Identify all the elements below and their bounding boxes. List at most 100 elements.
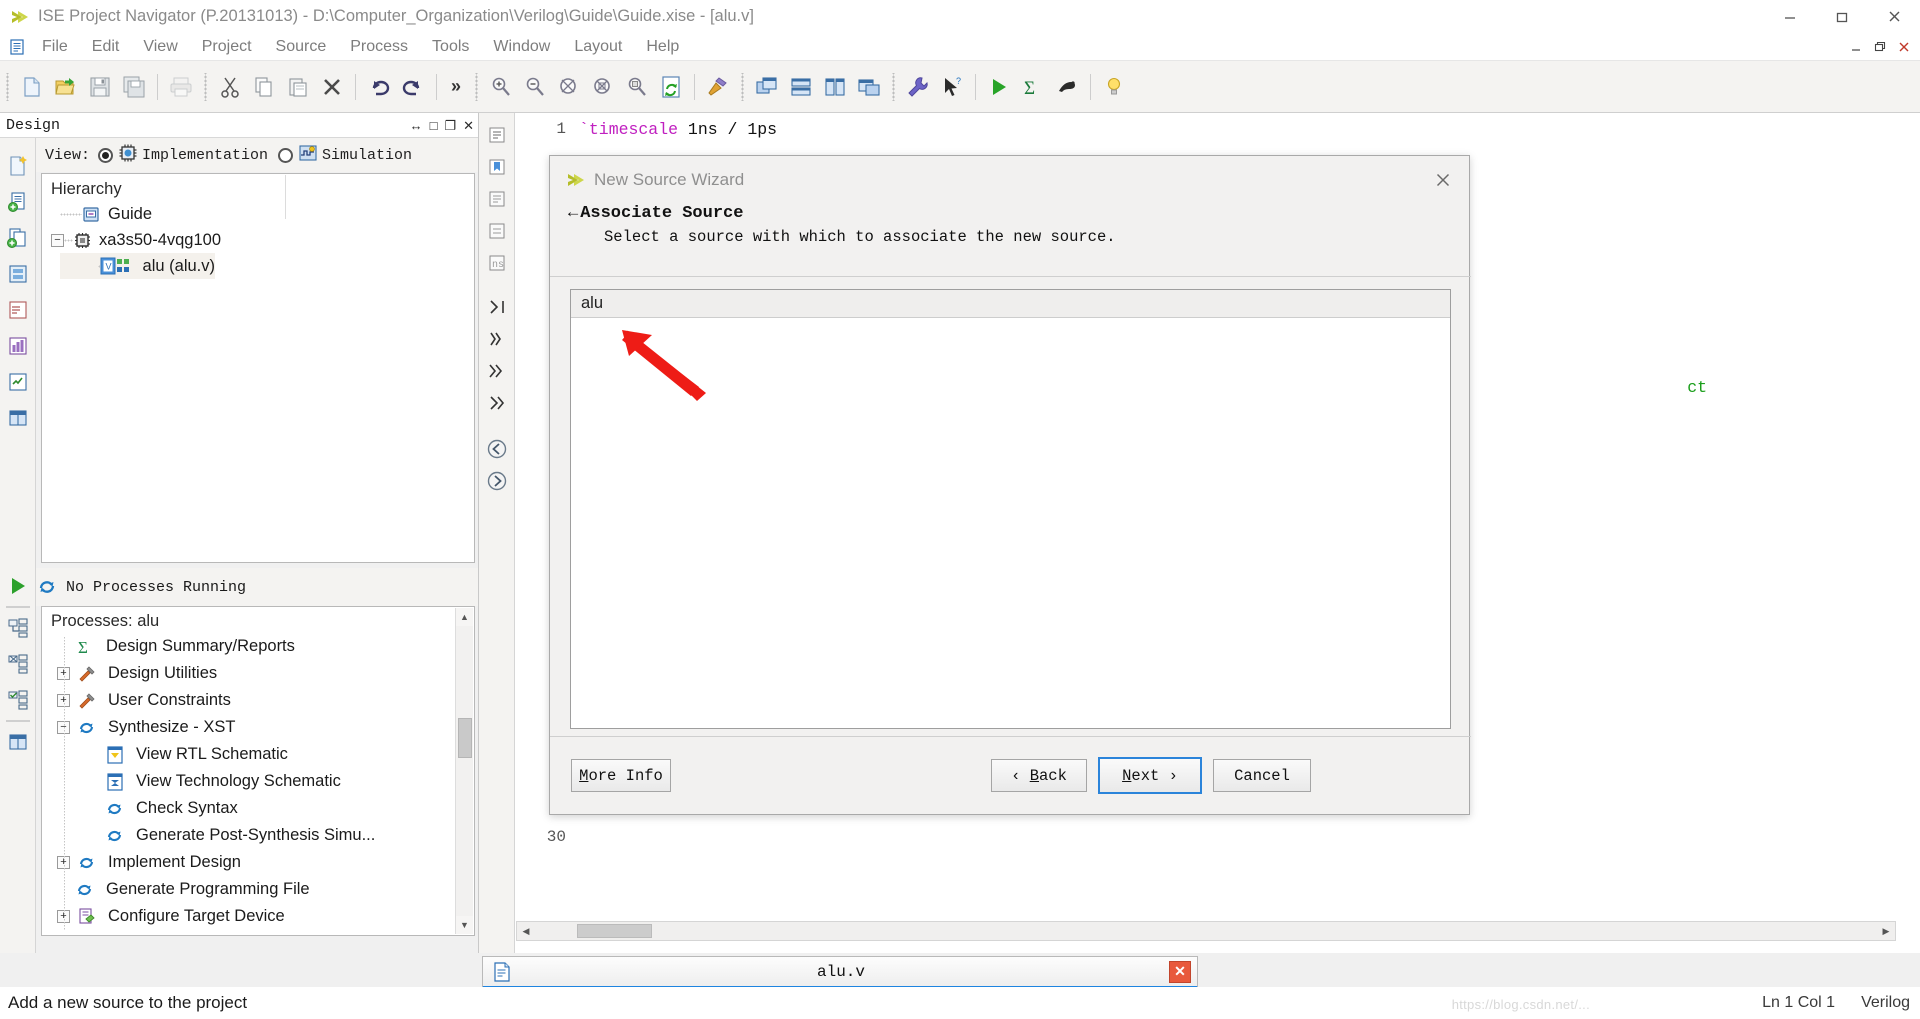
help-pointer-icon[interactable]: ? [935, 70, 969, 104]
delete-icon[interactable] [315, 70, 349, 104]
menu-project[interactable]: Project [190, 36, 264, 58]
toolbar-grip[interactable] [4, 72, 11, 101]
process-item-generate-programming-file[interactable]: Generate Programming File [42, 876, 474, 903]
processes-panel[interactable]: Processes: alu Σ Design Summary/Reports … [41, 606, 475, 936]
hierarchy-node-device[interactable]: − xa3s50-4vqg100 [42, 227, 474, 253]
process-item-design-summary[interactable]: Σ Design Summary/Reports [42, 633, 474, 660]
hierarchy-node-alu[interactable]: V alu (alu.v) [60, 253, 215, 279]
menu-view[interactable]: View [131, 36, 189, 58]
paste-icon[interactable] [281, 70, 315, 104]
menu-process[interactable]: Process [338, 36, 420, 58]
new-source-icon[interactable] [0, 148, 36, 184]
view-option-implementation[interactable]: Implementation [98, 143, 268, 168]
zoom-out-icon[interactable] [518, 70, 552, 104]
uncomment-icon[interactable] [479, 387, 515, 419]
save-icon[interactable] [83, 70, 117, 104]
zoom-in-icon[interactable] [484, 70, 518, 104]
dialog-close-button[interactable] [1429, 166, 1457, 194]
copy-icon[interactable] [247, 70, 281, 104]
cancel-button[interactable]: Cancel [1213, 759, 1311, 792]
unindent-icon[interactable] [479, 323, 515, 355]
close-icon[interactable]: ✕ [463, 119, 474, 132]
back-button[interactable]: ‹ Back [991, 759, 1087, 792]
scroll-up-button[interactable]: ▲ [456, 608, 473, 626]
hierarchy-panel[interactable]: Hierarchy Guide − xa3s50-4vqg100 V alu (… [41, 173, 475, 563]
synthesize-icon[interactable]: Σ [1016, 70, 1050, 104]
run-green-icon[interactable] [0, 568, 36, 604]
save-all-icon[interactable] [117, 70, 151, 104]
comment-icon[interactable] [479, 355, 515, 387]
process-item-generate-post-synthesis-simulation[interactable]: Generate Post-Synthesis Simu... [42, 822, 474, 849]
design-summary-icon[interactable] [0, 328, 36, 364]
editor-horizontal-scrollbar[interactable]: ◀ ▶ [516, 921, 1896, 941]
tip-bulb-icon[interactable] [1097, 70, 1131, 104]
rerun-icon[interactable] [0, 610, 36, 646]
view-option-simulation[interactable]: Simulation [278, 143, 412, 168]
editor-tab-alu-v[interactable]: alu.v ✕ [482, 956, 1198, 990]
editor-tab-close-button[interactable]: ✕ [1169, 960, 1191, 983]
scroll-left-button[interactable]: ◀ [517, 922, 535, 940]
menu-file[interactable]: File [30, 36, 80, 58]
editor-code-line-1[interactable]: `timescale 1ns / 1ps [579, 120, 777, 139]
maximize-icon[interactable]: □ [430, 119, 438, 132]
toolbar-grip-3[interactable] [473, 72, 480, 101]
toolbar-grip-2[interactable] [202, 72, 209, 101]
panel-layout-icon[interactable] [0, 400, 36, 436]
toolbar-overflow-button[interactable]: » [443, 76, 469, 97]
cascade-icon[interactable] [852, 70, 886, 104]
find-prev-icon[interactable] [479, 215, 515, 247]
tile-horizontal-icon[interactable] [784, 70, 818, 104]
minimize-button[interactable] [1764, 0, 1816, 33]
refresh-icon[interactable] [654, 70, 688, 104]
zoom-fit-icon[interactable] [552, 70, 586, 104]
zoom-selection-icon[interactable] [586, 70, 620, 104]
print-icon[interactable] [164, 70, 198, 104]
process-layout-icon[interactable] [0, 724, 36, 760]
bookmark-next-icon[interactable] [479, 151, 515, 183]
menu-layout[interactable]: Layout [562, 36, 634, 58]
design-goals-icon[interactable] [0, 292, 36, 328]
add-copy-source-icon[interactable] [0, 220, 36, 256]
new-file-icon[interactable] [15, 70, 49, 104]
radio-simulation[interactable] [278, 147, 294, 163]
nav-forward-icon[interactable] [479, 465, 515, 497]
more-info-button[interactable]: More Info [571, 759, 671, 792]
associate-source-list[interactable]: alu [570, 289, 1451, 729]
next-button[interactable]: Next › [1098, 757, 1202, 794]
hscrollbar-thumb[interactable] [577, 924, 652, 938]
tile-windows-icon[interactable] [750, 70, 784, 104]
indent-icon[interactable] [479, 291, 515, 323]
scrollbar-thumb[interactable] [458, 718, 472, 758]
stop-icon[interactable] [0, 682, 36, 718]
manual-compile-icon[interactable] [0, 256, 36, 292]
view-report-icon[interactable] [0, 364, 36, 400]
process-item-user-constraints[interactable]: + User Constraints [42, 687, 474, 714]
goto-line-icon[interactable] [479, 119, 515, 151]
redo-icon[interactable] [396, 70, 430, 104]
find-icon[interactable] [479, 183, 515, 215]
menu-edit[interactable]: Edit [80, 36, 132, 58]
undo-icon[interactable] [362, 70, 396, 104]
mdi-close-button[interactable] [1892, 35, 1916, 59]
radio-implementation[interactable] [98, 147, 114, 163]
process-item-implement-design[interactable]: + Implement Design [42, 849, 474, 876]
menu-tools[interactable]: Tools [420, 36, 481, 58]
zoom-region-icon[interactable] [620, 70, 654, 104]
maximize-button[interactable] [1816, 0, 1868, 33]
cut-icon[interactable] [213, 70, 247, 104]
toolbar-grip-4[interactable] [739, 72, 746, 101]
toolbar-grip-5[interactable] [890, 72, 897, 101]
find-next-icon[interactable]: ns [479, 247, 515, 279]
hierarchy-node-guide[interactable]: Guide [42, 201, 474, 227]
menu-window[interactable]: Window [481, 36, 562, 58]
scroll-down-button[interactable]: ▼ [456, 916, 473, 934]
menu-help[interactable]: Help [634, 36, 691, 58]
run-icon[interactable] [982, 70, 1016, 104]
source-list-column-header[interactable]: alu [571, 290, 1450, 318]
process-item-view-rtl-schematic[interactable]: View RTL Schematic [42, 741, 474, 768]
processes-scrollbar[interactable]: ▲ ▼ [455, 608, 473, 934]
mdi-minimize-button[interactable] [1844, 35, 1868, 59]
tile-vertical-icon[interactable] [818, 70, 852, 104]
float-icon[interactable]: ↔ [410, 119, 423, 132]
add-source-icon[interactable] [0, 184, 36, 220]
